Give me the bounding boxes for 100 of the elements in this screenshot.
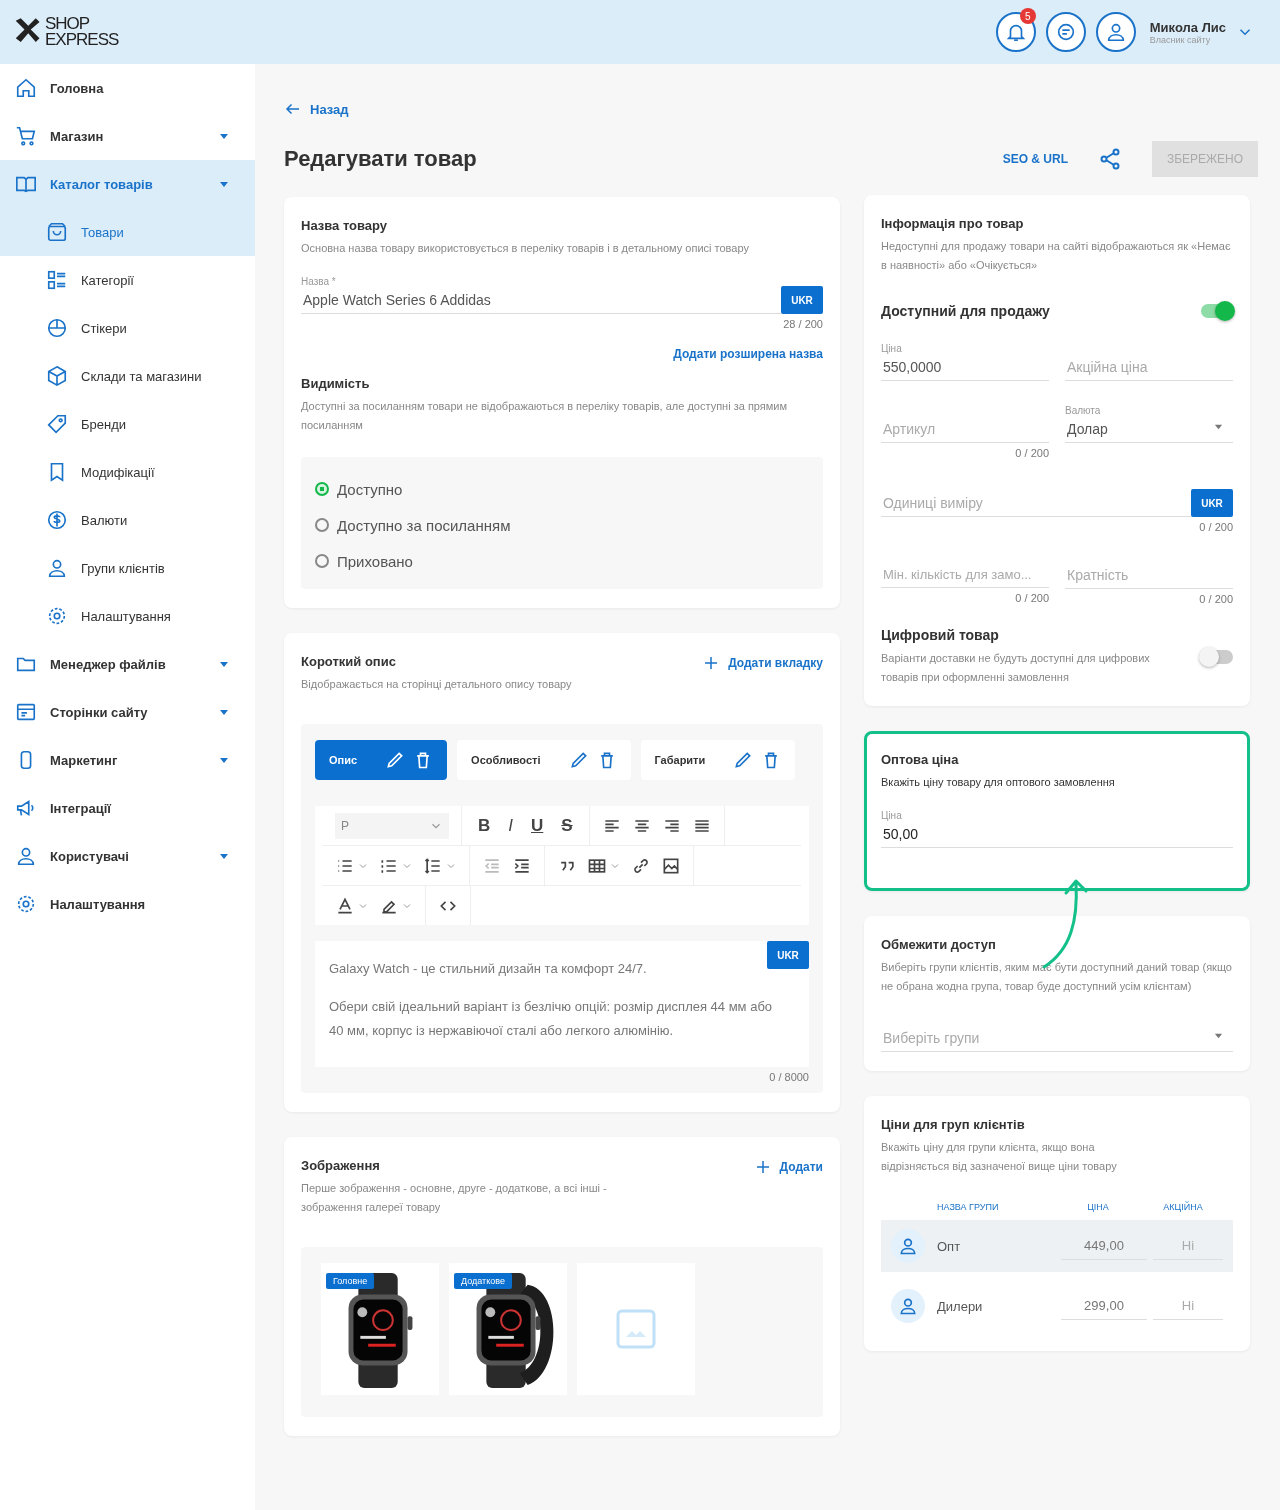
radio-option[interactable]: Доступно bbox=[315, 471, 403, 507]
text-color-icon[interactable] bbox=[335, 895, 355, 916]
user-icon bbox=[15, 845, 37, 867]
user-role: Власник сайту bbox=[1149, 34, 1212, 45]
text-style-button[interactable]: B bbox=[474, 815, 495, 836]
toggle-switch[interactable] bbox=[1201, 304, 1233, 318]
group-name: Опт bbox=[937, 1238, 962, 1254]
toggle-switch[interactable] bbox=[1201, 650, 1233, 664]
multiplicity-field[interactable]: Кратність bbox=[1065, 563, 1233, 589]
sku-field[interactable]: Артикул bbox=[881, 417, 1049, 443]
pencil-icon[interactable] bbox=[568, 750, 589, 770]
table-row[interactable]: Дилери 299,00 Ні bbox=[881, 1280, 1233, 1332]
gear-icon bbox=[15, 893, 37, 915]
sidebar-subitem[interactable]: Налаштування bbox=[0, 592, 255, 640]
back-link[interactable]: Назад bbox=[284, 100, 349, 118]
caret-icon[interactable] bbox=[1214, 422, 1223, 431]
language-button[interactable]: UKR bbox=[1191, 489, 1233, 517]
group-price-field[interactable]: 449,00 bbox=[1061, 1232, 1147, 1260]
editor-tab[interactable]: Особливості bbox=[457, 740, 631, 780]
text-editor[interactable]: UKR Galaxy Watch - це стильний дизайн та комфорт 24/7. Обери свій ідеальний варіант із безлічю опцій: розмір дисплея 44 мм або 40 мм, корпус із нержавіючої сталі або легкого алюмінію. bbox=[315, 941, 809, 1067]
text-style-button[interactable]: I bbox=[504, 815, 517, 836]
character-counter: 0 / 200 bbox=[1198, 593, 1233, 605]
home-icon bbox=[15, 77, 37, 99]
section-title: Обмежити доступ bbox=[881, 937, 997, 952]
min-quantity-field[interactable]: Мін. кількість для замо... bbox=[881, 563, 1049, 588]
sidebar-item[interactable]: Інтеграції bbox=[0, 784, 255, 832]
section-description: Відображається на сторінці детального опису товару bbox=[301, 677, 572, 692]
bag-icon bbox=[46, 221, 68, 243]
section-title: Короткий опис bbox=[301, 654, 397, 669]
add-image-link[interactable]: Додати bbox=[753, 1158, 823, 1176]
table-row[interactable]: Опт 449,00 Ні bbox=[881, 1220, 1233, 1272]
sidebar-subitem[interactable]: Категорії bbox=[0, 256, 255, 304]
sidebar-subitem[interactable]: Валюти bbox=[0, 496, 255, 544]
section-description: Недоступні для продажу товари на сайті відображаються як «Немає в наявності» або «Очікується» bbox=[881, 239, 1232, 273]
logo-text: SHOP EXPRESS bbox=[45, 16, 119, 48]
profile-button[interactable] bbox=[1095, 12, 1136, 52]
user-icon bbox=[898, 1296, 918, 1316]
sidebar-subitem[interactable]: Товари bbox=[0, 208, 255, 256]
name-field[interactable]: Apple Watch Series 6 Addidas bbox=[301, 288, 781, 314]
sidebar-item[interactable]: Налаштування bbox=[0, 880, 255, 928]
sidebar-subitem[interactable]: Склади та магазини bbox=[0, 352, 255, 400]
sidebar-item[interactable]: Магазин bbox=[0, 112, 255, 160]
tag-icon bbox=[46, 413, 68, 435]
editor-tab[interactable]: Габарити bbox=[640, 740, 796, 780]
groups-select[interactable]: Виберіть групи bbox=[881, 1026, 1233, 1052]
unit-field[interactable]: Одиниці виміру bbox=[881, 491, 1191, 517]
chat-button[interactable] bbox=[1045, 12, 1086, 52]
section-title: Видимість bbox=[301, 376, 371, 391]
column-header: АКЦІЙНА bbox=[1162, 1202, 1204, 1212]
character-counter: 0 / 200 bbox=[1014, 592, 1049, 604]
setting-description: Варіанти доставки не будуть доступні для цифрових товарів при оформленні замовлення bbox=[881, 651, 1151, 685]
dollar-icon bbox=[46, 509, 68, 531]
pie-icon bbox=[46, 317, 68, 339]
sidebar-item[interactable]: Головна bbox=[0, 64, 255, 112]
sidebar-subitem[interactable]: Бренди bbox=[0, 400, 255, 448]
seo-url-link[interactable]: SEO & URL bbox=[1002, 152, 1068, 166]
line-height-icon[interactable] bbox=[423, 855, 443, 876]
pencil-icon[interactable] bbox=[385, 750, 406, 770]
setting-label: Доступний для продажу bbox=[881, 303, 1050, 319]
section-description: Основна назва товару використовується в переліку товарів і в детальному описі товару bbox=[301, 241, 750, 256]
section-description: Вкажіть ціну товару для оптового замовлення bbox=[881, 775, 1116, 790]
pencil-icon[interactable] bbox=[733, 750, 754, 770]
sidebar-item[interactable]: Менеджер файлів bbox=[0, 640, 255, 688]
sidebar-item[interactable]: Маркетинг bbox=[0, 736, 255, 784]
text-style-button[interactable]: U bbox=[527, 815, 548, 836]
sidebar-item[interactable]: Каталог товарів bbox=[0, 160, 255, 208]
image-tile[interactable]: Додаткове bbox=[449, 1263, 567, 1395]
radio-option[interactable]: Приховано bbox=[315, 543, 413, 579]
column-header: НАЗВА ГРУПИ bbox=[936, 1202, 1000, 1212]
sidebar-subitem[interactable]: Модифікації bbox=[0, 448, 255, 496]
add-tab-link[interactable]: Додати вкладку bbox=[702, 654, 823, 672]
image-badge: Головне bbox=[326, 1273, 375, 1289]
sidebar-subitem[interactable]: Стікери bbox=[0, 304, 255, 352]
currency-select[interactable]: Долар bbox=[1065, 417, 1233, 443]
user-icon bbox=[898, 1236, 918, 1256]
sidebar-item[interactable]: Користувачі bbox=[0, 832, 255, 880]
share-icon[interactable] bbox=[1098, 147, 1122, 171]
user-icon bbox=[46, 557, 68, 579]
caret-icon[interactable] bbox=[1214, 1031, 1223, 1040]
language-button[interactable]: UKR bbox=[767, 941, 809, 969]
language-button[interactable]: UKR bbox=[781, 286, 823, 314]
sidebar-subitem[interactable]: Групи клієнтів bbox=[0, 544, 255, 592]
price-field[interactable]: 550,0000 bbox=[881, 355, 1049, 381]
editor-tab[interactable]: Опис bbox=[315, 740, 448, 780]
image-tile[interactable]: Головне bbox=[321, 1263, 439, 1395]
sale-price-field[interactable]: Акційна ціна bbox=[1065, 355, 1233, 381]
section-description: Виберіть групи клієнтів, яким має бути доступний даний товар (якщо не обрана жодна група, товар буде доступний усім клієнтам) bbox=[881, 960, 1233, 994]
editor-paragraph: Galaxy Watch - це стильний дизайн та комфорт 24/7. bbox=[329, 960, 648, 978]
extended-name-link[interactable]: Додати розширена назва bbox=[673, 347, 823, 361]
user-name: Микола Лис bbox=[1149, 19, 1226, 35]
image-tile[interactable] bbox=[577, 1263, 695, 1395]
column-header: ЦІНА bbox=[1086, 1202, 1110, 1212]
group-name: Дилери bbox=[937, 1298, 984, 1314]
image-badge: Додаткове bbox=[454, 1273, 512, 1289]
character-counter: 28 / 200 bbox=[782, 318, 823, 330]
wholesale-price-field[interactable]: 50,00 bbox=[881, 822, 1233, 848]
sidebar-item[interactable]: Сторінки сайту bbox=[0, 688, 255, 736]
group-price-field[interactable]: 299,00 bbox=[1061, 1292, 1147, 1320]
radio-option[interactable]: Доступно за посиланням bbox=[315, 507, 511, 543]
text-style-button[interactable]: S bbox=[557, 815, 577, 836]
